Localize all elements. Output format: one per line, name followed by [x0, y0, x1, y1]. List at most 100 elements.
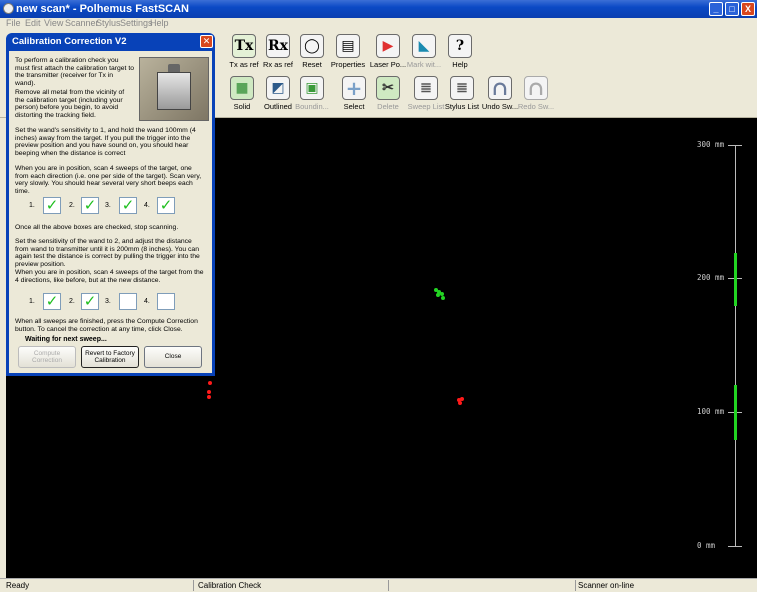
solid-icon: ■ [230, 76, 254, 100]
scale-marker-100 [734, 385, 737, 440]
menu-help[interactable]: Help [150, 18, 169, 28]
bounding-box-button[interactable]: ▣ Boundin... [290, 74, 334, 118]
scan-point-green [436, 293, 440, 297]
calibration-dialog: Calibration Correction V2 ✕ To perform a… [6, 33, 215, 376]
status-bar: Ready Calibration Check Scanner on-line [0, 578, 757, 592]
menu-scanner[interactable]: Scanner [65, 18, 99, 28]
delete-icon: ✂ [376, 76, 400, 100]
status-separator [575, 580, 576, 591]
select-label: Select [343, 102, 365, 111]
instruction-stop: Once all the above boxes are checked, st… [15, 224, 179, 231]
status-separator [193, 580, 194, 591]
menu-view[interactable]: View [44, 18, 63, 28]
help-label: Help [452, 60, 468, 69]
window-title: new scan* - Polhemus FastSCAN [16, 3, 189, 15]
stylus-list-icon: ≣ [450, 76, 474, 100]
menu-file[interactable]: File [6, 18, 21, 28]
instruction-remove-metal: Remove all metal from the vicinity of th… [15, 89, 125, 119]
dialog-close-icon[interactable]: ✕ [200, 35, 213, 48]
menu-settings[interactable]: Settings [120, 18, 153, 28]
sweep-number: 3. [105, 298, 111, 305]
status-separator [388, 580, 389, 591]
scale-ruler [735, 145, 736, 547]
undo-sweep-label: Undo Sw... [481, 102, 519, 111]
solid-label: Solid [233, 102, 251, 111]
scale-label-200: 200 mm [697, 273, 725, 282]
sweep-checkbox: ✓ [43, 293, 61, 310]
scan-point-red [207, 395, 211, 399]
sweep-checkbox: ✓ [43, 197, 61, 214]
sweep-list-icon: ≣ [414, 76, 438, 100]
dialog-title: Calibration Correction V2 [12, 36, 127, 47]
scale-label-300: 300 mm [697, 140, 725, 149]
rx-icon: Rx [266, 34, 290, 58]
properties-icon: ▤ [336, 34, 360, 58]
calibration-target-photo [139, 57, 209, 121]
stylus-list-label: Stylus List [444, 102, 480, 111]
scale-label-100: 100 mm [697, 407, 725, 416]
sweep-checkbox [157, 293, 175, 310]
app-icon [3, 3, 14, 14]
minimize-button[interactable]: _ [709, 2, 723, 16]
scale-tick [728, 546, 742, 547]
scan-point-red [458, 401, 462, 405]
delete-label: Delete [377, 102, 399, 111]
scale-tick [728, 145, 742, 146]
redo-icon: ∩ [524, 76, 548, 100]
scan-point-red [208, 381, 212, 385]
status-mode: Calibration Check [198, 581, 262, 590]
menu-stylus[interactable]: Stylus [96, 18, 121, 28]
status-waiting: Waiting for next sweep... [25, 336, 107, 343]
status-scanner: Scanner on-line [578, 581, 635, 590]
properties-label: Properties [330, 60, 366, 69]
select-icon: + [342, 76, 366, 100]
scale-label-0: 0 mm [697, 541, 716, 550]
laser-position-label: Laser Po... [369, 60, 407, 69]
reset-label: Reset [302, 60, 322, 69]
compute-correction-button[interactable]: Compute Correction [18, 346, 76, 368]
sweep-number: 4. [144, 298, 150, 305]
outlined-icon: ◩ [266, 76, 290, 100]
maximize-button[interactable]: □ [725, 2, 739, 16]
instruction-sensitivity-1: Set the wand's sensitivity to 1, and hol… [15, 127, 196, 157]
instruction-finish: When all sweeps are finished, press the … [15, 318, 198, 333]
instruction-attach: To perform a calibration check you must … [15, 57, 135, 87]
tx-icon: Tx [232, 34, 256, 58]
reset-icon: ◯ [300, 34, 324, 58]
laser-icon: ▶ [376, 34, 400, 58]
sweep-checkbox [119, 293, 137, 310]
bounding-box-label: Boundin... [295, 102, 329, 111]
instruction-scan-2: When you are in position, scan 4 sweeps … [15, 269, 204, 284]
mark-with-label: Mark wit... [406, 60, 442, 69]
menu-edit[interactable]: Edit [25, 18, 41, 28]
redo-sweep-label: Redo Sw... [517, 102, 555, 111]
sweep-checkbox: ✓ [81, 197, 99, 214]
sweep-list-label: Sweep List [407, 102, 445, 111]
dialog-body: To perform a calibration check you must … [9, 51, 212, 373]
sweep-number: 1. [29, 202, 35, 209]
sweep-number: 2. [69, 202, 75, 209]
close-button[interactable]: X [741, 2, 755, 16]
menu-bar: File Edit View Scanner Stylus Settings H… [0, 18, 757, 30]
help-button[interactable]: ? Help [438, 32, 482, 76]
title-bar: new scan* - Polhemus FastSCAN _ □ X [0, 0, 757, 18]
dialog-close-button[interactable]: Close [144, 346, 202, 368]
sweep-checkbox: ✓ [81, 293, 99, 310]
undo-icon: ∩ [488, 76, 512, 100]
sweep-checkbox: ✓ [119, 197, 137, 214]
status-ready: Ready [6, 581, 30, 590]
sweep-number: 1. [29, 298, 35, 305]
tx-as-ref-label: Tx as ref [229, 60, 259, 69]
scan-point-red [207, 390, 211, 394]
outlined-label: Outlined [264, 102, 292, 111]
redo-sweep-button[interactable]: ∩ Redo Sw... [514, 74, 558, 118]
sweep-checkbox: ✓ [157, 197, 175, 214]
sweep-number: 4. [144, 202, 150, 209]
revert-factory-button[interactable]: Revert to Factory Calibration [81, 346, 139, 368]
instruction-scan-1: When you are in position, scan 4 sweeps … [15, 165, 202, 195]
sweep-number: 2. [69, 298, 75, 305]
mark-icon: ◣ [412, 34, 436, 58]
help-icon: ? [448, 34, 472, 58]
properties-button[interactable]: ▤ Properties [326, 32, 370, 76]
instruction-sensitivity-2: Set the sensitivity of the wand to 2, an… [15, 238, 200, 268]
